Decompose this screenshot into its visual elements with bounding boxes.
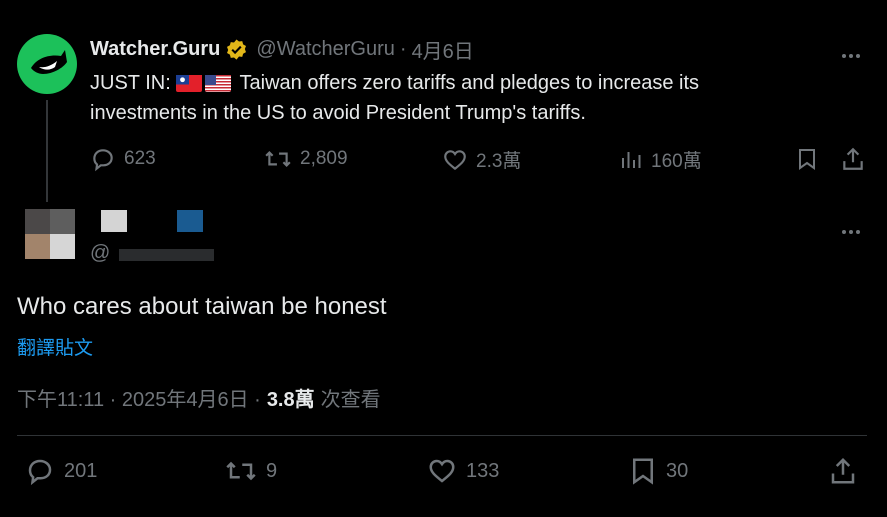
- share-button[interactable]: [828, 456, 858, 486]
- translate-post-link[interactable]: 翻譯貼文: [17, 333, 93, 360]
- reply-icon: [93, 149, 113, 172]
- reply-handle[interactable]: @: [90, 242, 214, 265]
- views-label: 次查看: [320, 389, 381, 411]
- avatar[interactable]: [17, 34, 77, 94]
- share-button[interactable]: [840, 146, 866, 172]
- display-name[interactable]: Watcher.Guru: [90, 38, 220, 61]
- reply-button[interactable]: 201: [24, 456, 97, 486]
- retweet-icon: [265, 151, 291, 167]
- like-button[interactable]: 133: [426, 456, 499, 486]
- like-button[interactable]: 2.3萬: [442, 146, 521, 173]
- retweet-button[interactable]: 2,809: [264, 146, 348, 172]
- bookmark-count: 30: [666, 459, 689, 482]
- share-icon: [831, 457, 855, 484]
- tweet-text: JUST IN: Taiwan offers zero tariffs and …: [90, 68, 699, 128]
- handle[interactable]: @WatcherGuru: [256, 38, 395, 61]
- bookmark-icon: [633, 458, 653, 485]
- us-flag-icon: [205, 73, 232, 92]
- more-options-icon[interactable]: [840, 45, 861, 63]
- retweet-count: 9: [266, 459, 278, 482]
- more-options-icon[interactable]: [840, 221, 861, 239]
- blurred-handle: [118, 249, 214, 261]
- timestamp[interactable]: 下午11:11 · 2025年4月6日 ·: [17, 383, 261, 412]
- views-number: 3.8萬: [266, 389, 315, 411]
- tweet-text-prefix: JUST IN:: [90, 72, 171, 94]
- share-icon: [843, 147, 863, 170]
- tweet-meta: 下午11:11 · 2025年4月6日 · 3.8萬 次查看: [17, 383, 381, 412]
- like-count: 133: [466, 459, 500, 482]
- reply-count: 201: [64, 459, 98, 482]
- views-chart-icon: [622, 151, 641, 168]
- bookmark-icon: [799, 149, 815, 170]
- avatar[interactable]: [25, 209, 75, 259]
- retweet-button[interactable]: 9: [224, 456, 277, 486]
- reply-count: 623: [124, 148, 156, 169]
- bookmark-button[interactable]: [795, 146, 819, 172]
- views-button[interactable]: 160萬: [619, 146, 702, 173]
- retweet-icon: [226, 461, 256, 481]
- separator: ·: [399, 37, 407, 60]
- reply-button[interactable]: 623: [90, 146, 156, 172]
- bookmark-button[interactable]: 30: [628, 456, 688, 486]
- divider: [17, 435, 867, 436]
- tweet-header: Watcher.Guru @WatcherGuru · 4月6日: [90, 35, 474, 64]
- blurred-display-name: [101, 210, 127, 232]
- verified-badge-icon: [225, 38, 248, 61]
- like-count: 2.3萬: [476, 151, 522, 172]
- tweet-date[interactable]: 4月6日: [412, 35, 474, 64]
- tweet-text-line1: Taiwan offers zero tariffs and pledges t…: [239, 72, 700, 94]
- heart-icon: [429, 459, 455, 483]
- taiwan-flag-icon: [176, 73, 203, 92]
- reply-icon: [28, 459, 52, 486]
- reply-text: Who cares about taiwan be honest: [17, 293, 387, 320]
- thread-line: [46, 100, 48, 202]
- heart-icon: [444, 149, 466, 170]
- handle-prefix: @: [90, 242, 111, 264]
- blurred-name-emoji: [177, 210, 203, 232]
- views-count: 160萬: [651, 151, 702, 172]
- tweet-text-line2: investments in the US to avoid President…: [90, 102, 586, 124]
- watcher-guru-logo-icon: [31, 50, 67, 74]
- retweet-count: 2,809: [300, 148, 348, 169]
